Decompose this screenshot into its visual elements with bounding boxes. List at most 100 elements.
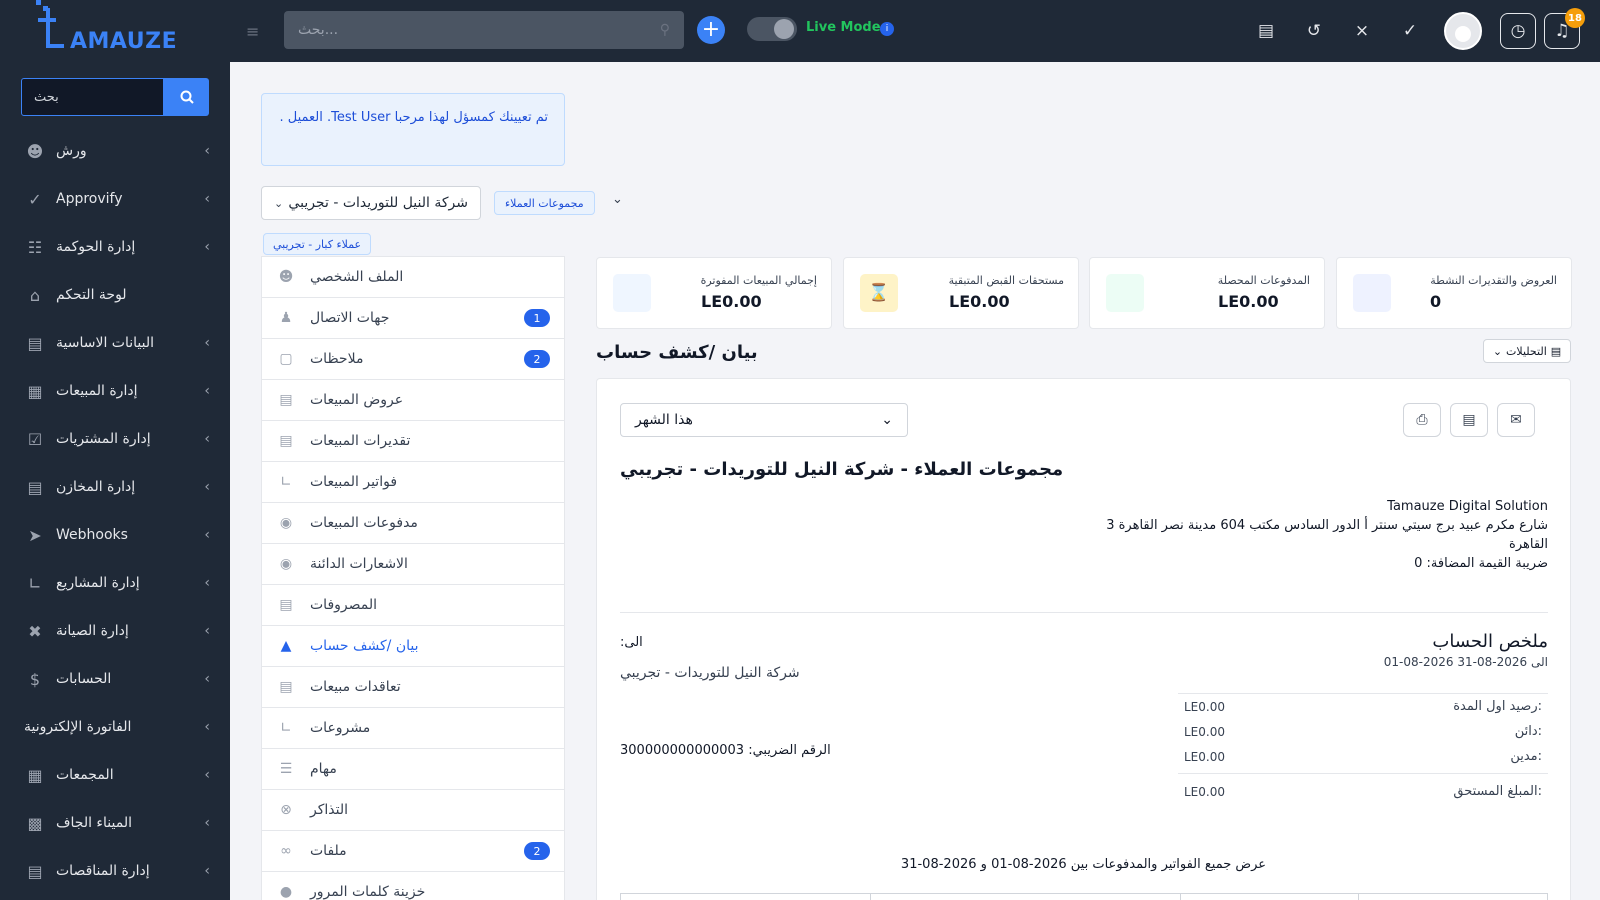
sidebar-item-label: إدارة الصيانة [56,623,129,639]
summary-table: LE0.00:رصيد اول المدة LE0.00:دائن LE0.00… [1178,693,1548,809]
dollar-icon: $ [29,669,41,689]
money-bag-icon: ◉ [279,515,293,531]
to-customer-name: شركة النيل للتوريدات - تجريبي [620,665,800,681]
company-block: Tamauze Digital Solution شارع مكرم عبيد … [1106,497,1548,573]
tab-item[interactable]: ☻ الملف الشخصي [262,257,564,298]
tab-item[interactable]: ● خزينة كلمات المرور [262,872,564,900]
tab-item[interactable]: ☰ مهام [262,749,564,790]
chevron-down-icon[interactable]: ⌄ [612,192,623,207]
stat-card: ⌛ مستحقات القبض المتبقية LE0.00 [843,257,1079,329]
live-mode-toggle[interactable] [747,17,797,41]
sidebar-item[interactable]: ▤ إدارة المناقصات ‹ [0,847,230,895]
building-icon: ▦ [27,765,43,785]
welcome-alert: تم تعيينك كمسؤل لهذا مرحبا Test User. ال… [261,93,565,166]
top-search-input[interactable] [298,22,660,38]
stat-title: العروض والتقديرات النشطة [1430,274,1557,287]
chevron-left-icon: ‹ [204,191,210,207]
chevron-down-icon: ⌄ [274,196,284,210]
sidebar-item[interactable]: ▤ إدارة المخازن ‹ [0,463,230,511]
summary-total-value: LE0.00 [1184,784,1225,799]
tab-item[interactable]: ◉ الاشعارات الدائنة [262,544,564,585]
summary-value: LE0.00 [1184,724,1225,739]
home-icon: ⌂ [29,285,41,305]
sidebar-item[interactable]: ∟ إدارة المشاريع ‹ [0,559,230,607]
tab-item[interactable]: ▢ ملاحظات 2 [262,339,564,380]
note-icon: ▢ [279,351,293,367]
quick-create-button[interactable]: + [697,16,725,44]
user-icon: ♟ [279,310,293,326]
clock-icon[interactable]: ◷ [1500,13,1536,49]
bell-icon[interactable]: ♫ 18 [1544,8,1585,49]
tab-label: التذاكر [310,802,349,818]
sidebar-item[interactable]: ☻ ورش ‹ [0,127,230,175]
tab-item[interactable]: ▤ المصروفات [262,585,564,626]
checkmark-icon[interactable]: ✓ [1390,11,1430,51]
tab-label: مهام [310,761,337,777]
email-button[interactable]: ✉ [1497,403,1535,437]
sidebar-item[interactable]: ✖ إدارة الصيانة ‹ [0,607,230,655]
tab-item[interactable]: ∞ ملفات 2 [262,831,564,872]
summary-row: LE0.00:دائن [1178,719,1548,744]
sidebar-search-button[interactable] [164,78,209,116]
envelope-icon: ✉ [1510,412,1522,428]
tab-item[interactable]: ▤ عروض المبيعات [262,380,564,421]
tab-item[interactable]: ⊗ التذاكر [262,790,564,831]
sidebar-item[interactable]: $ الحسابات ‹ [0,655,230,703]
chevron-left-icon: ‹ [204,863,210,879]
sidebar-item-label: لوحة التحكم [56,287,127,303]
sidebar-item-label: البيانات الاساسية [56,335,154,351]
customer-group-tag[interactable]: مجموعات العملاء [494,191,595,215]
team-icon: ☻ [26,141,44,161]
tab-item[interactable]: ▤ تعاقدات مبيعات [262,667,564,708]
analytics-dropdown[interactable]: ⌄ التحليلات ▤ [1483,339,1571,363]
tab-item[interactable]: ▲ بيان /كشف حساب [262,626,564,667]
customer-select[interactable]: شركة النيل للتوريدات - تجريبي ⌄ [261,186,481,220]
customer-tier-tag[interactable]: عملاء كبار - تجريبي [263,233,372,255]
chevron-left-icon: ‹ [204,335,210,351]
print-button[interactable]: ⎙ [1403,403,1441,437]
sidebar-item[interactable]: الفاتورة الإلكترونية ‹ [0,703,230,751]
sidebar-item[interactable]: ✓ Approvify ‹ [0,175,230,223]
tab-label: فواتير المبيعات [310,474,398,490]
sidebar-item-label: إدارة الحوكمة [56,239,136,255]
sidebar-item[interactable]: ☷ إدارة الحوكمة ‹ [0,223,230,271]
analytics-label: التحليلات [1506,344,1547,358]
share-icon[interactable]: ⨯ [1342,11,1382,51]
sidebar-item[interactable]: ▦ المجمعات ‹ [0,751,230,799]
to-label: :الى [620,635,643,650]
sidebar-item[interactable]: ▦ إدارة المبيعات ‹ [0,367,230,415]
sidebar-item-label: المجمعات [56,767,114,783]
chart-icon: ∟ [280,720,292,736]
tab-label: تقديرات المبيعات [310,433,411,449]
history-icon[interactable]: ↺ [1294,11,1334,51]
tab-item[interactable]: ◉ مدفوعات المبيعات [262,503,564,544]
period-select[interactable]: هذا الشهر ⌄ [620,403,908,437]
sidebar-item[interactable]: ▤ البيانات الاساسية ‹ [0,319,230,367]
avatar[interactable] [1444,12,1482,50]
sidebar-item[interactable]: ▩ الميناء الجاف ‹ [0,799,230,847]
logo[interactable]: AMAUZE [0,0,230,62]
tab-item[interactable]: ∟ فواتير المبيعات [262,462,564,503]
tab-count-badge: 2 [524,842,550,860]
sidebar-item[interactable]: ⌂ لوحة التحكم [0,271,230,319]
sidebar-search [21,78,209,116]
tab-item[interactable]: ♟ جهات الاتصال 1 [262,298,564,339]
sidebar-item[interactable]: ☑ إدارة المشتريات ‹ [0,415,230,463]
chevron-down-icon: ⌄ [1492,344,1503,358]
company-address: شارع مكرم عبيد برج سيتي سنتر أ الدور الس… [1106,518,1548,533]
info-icon[interactable]: i [880,22,894,36]
sidebar-item-label: إدارة المبيعات [56,383,138,399]
tab-item[interactable]: ∟ مشروعات [262,708,564,749]
export-pdf-button[interactable]: ▤ [1450,403,1488,437]
sidebar-item-label: ورش [56,143,87,159]
period-value: هذا الشهر [635,412,693,428]
store-icon: ▦ [27,381,43,401]
stat-title: المدفوعات المحصلة [1217,274,1310,287]
tab-count-badge: 1 [524,309,550,327]
company-city: القاهرة [1509,537,1548,552]
id-card-icon[interactable]: ▤ [1246,11,1286,51]
sidebar-search-input[interactable] [21,78,164,116]
menu-toggle-icon[interactable]: ≡ [246,22,259,41]
sidebar-item[interactable]: ➤ Webhooks ‹ [0,511,230,559]
tab-item[interactable]: ▤ تقديرات المبيعات [262,421,564,462]
